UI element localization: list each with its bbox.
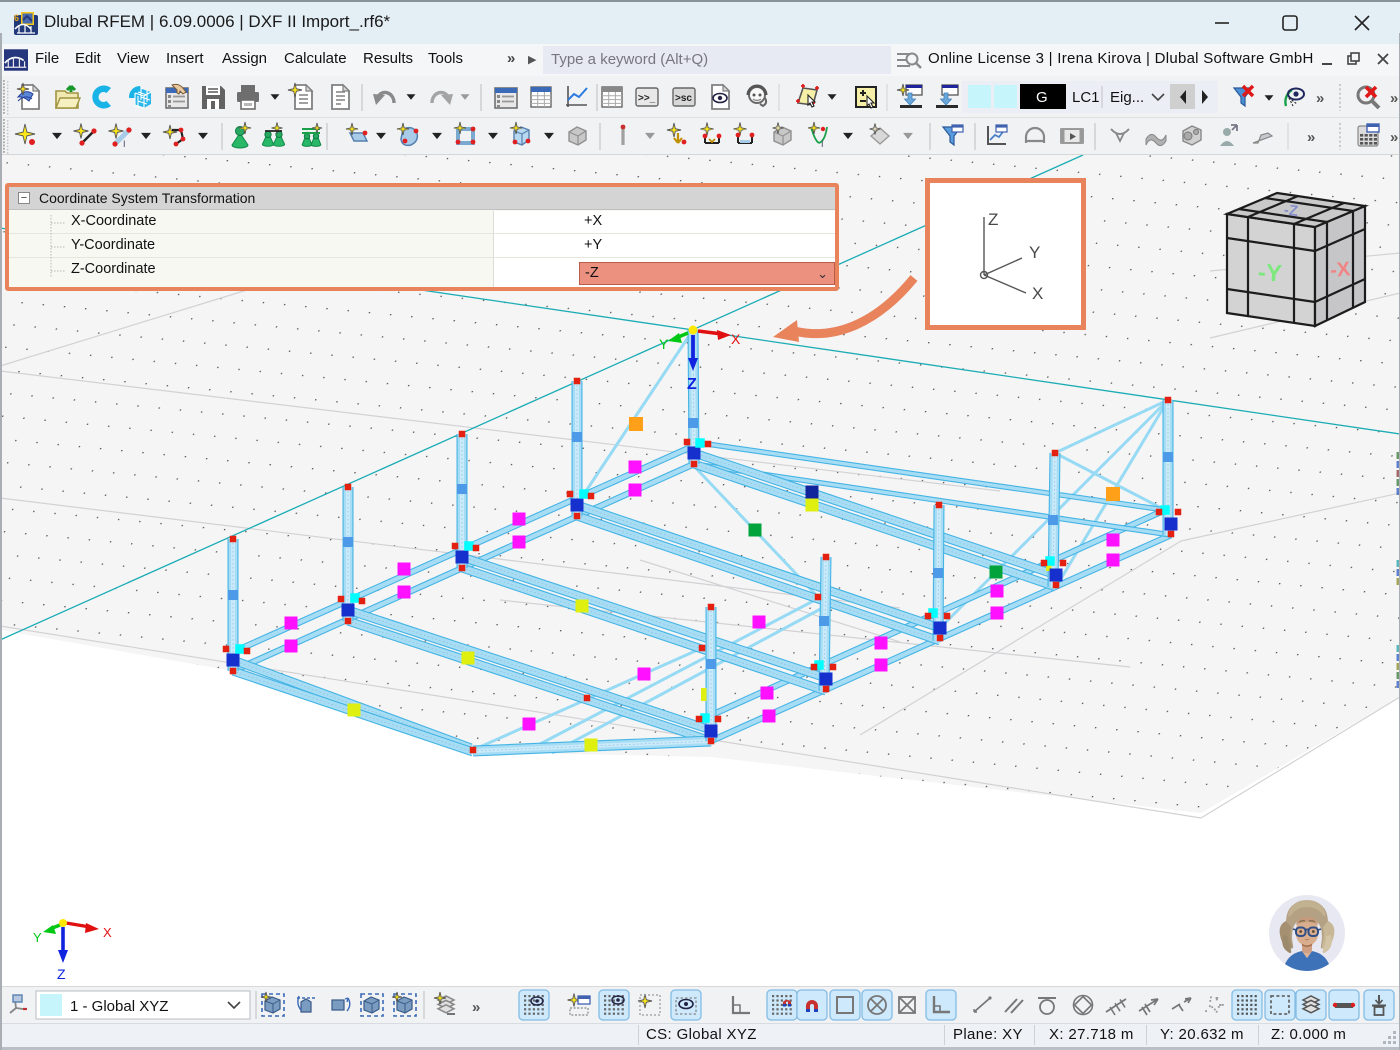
- svg-text:I: I: [123, 139, 126, 149]
- svg-text:-Y: -Y: [1257, 259, 1283, 288]
- svg-text:-Z: -Z: [1283, 201, 1299, 220]
- svg-text:X: X: [1032, 284, 1043, 303]
- svg-text:>>_: >>_: [638, 93, 656, 104]
- svg-text:»: »: [1316, 90, 1324, 107]
- svg-text:G: G: [1036, 89, 1048, 106]
- svg-text:-X: -X: [1329, 258, 1351, 282]
- svg-text:X: X: [731, 331, 741, 347]
- svg-text:»: »: [1390, 129, 1398, 146]
- svg-text:Z: Z: [988, 210, 998, 229]
- svg-text:>sc: >sc: [675, 93, 692, 104]
- svg-text:Eig...: Eig...: [1110, 89, 1144, 106]
- svg-text:»: »: [1390, 90, 1398, 107]
- svg-text:I: I: [821, 139, 824, 149]
- svg-text:Y: Y: [1029, 243, 1040, 262]
- svg-text:Y: Y: [659, 336, 669, 352]
- svg-text:X: X: [103, 925, 112, 940]
- svg-text:1 - Global XYZ: 1 - Global XYZ: [70, 998, 168, 1015]
- svg-text:»: »: [1307, 129, 1315, 146]
- svg-text:Z: Z: [57, 966, 66, 982]
- svg-text:6: 6: [14, 13, 19, 23]
- svg-text:»: »: [472, 999, 480, 1016]
- svg-text:Z: Z: [687, 376, 697, 393]
- svg-text:LC1: LC1: [1072, 89, 1100, 106]
- svg-text:Y: Y: [33, 930, 42, 945]
